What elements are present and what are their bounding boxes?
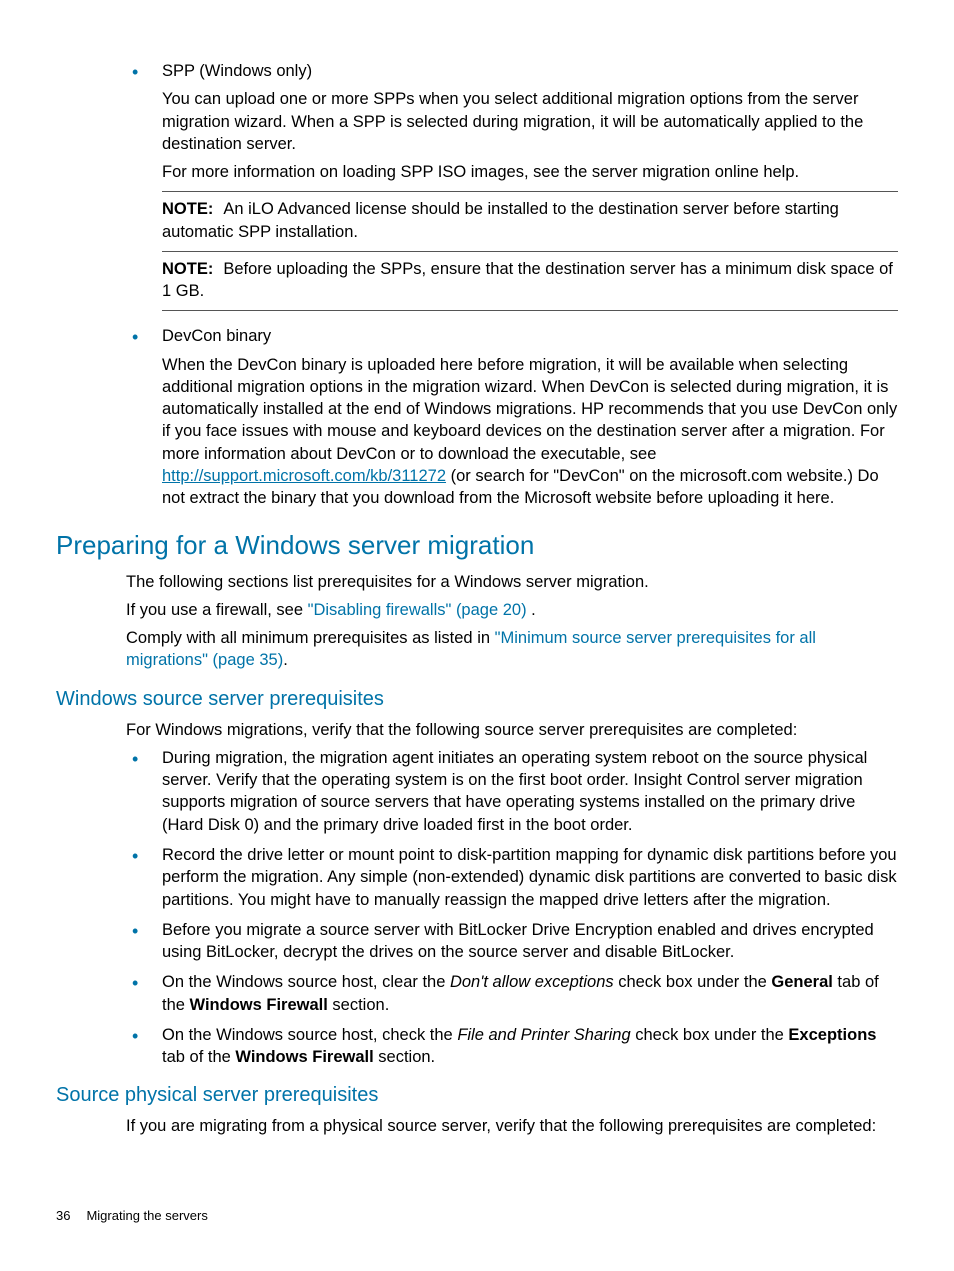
text-run: When the DevCon binary is uploaded here … xyxy=(162,356,897,463)
bold-text: General xyxy=(771,973,832,991)
list-item: Record the drive letter or mount point t… xyxy=(126,844,898,911)
text-run: Before you migrate a source server with … xyxy=(162,921,874,961)
windows-prereq-list: During migration, the migration agent in… xyxy=(126,747,898,1068)
italic-text: File and Printer Sharing xyxy=(457,1026,630,1044)
bold-text: Exceptions xyxy=(788,1026,876,1044)
text-run: section. xyxy=(328,996,389,1014)
item-title: SPP (Windows only) xyxy=(162,60,898,82)
paragraph: Comply with all minimum prerequisites as… xyxy=(126,627,898,672)
top-bullet-list: SPP (Windows only) You can upload one or… xyxy=(126,60,898,510)
paragraph: For Windows migrations, verify that the … xyxy=(126,719,898,741)
list-item: DevCon binary When the DevCon binary is … xyxy=(126,325,898,509)
note-label: NOTE: xyxy=(162,200,213,218)
note-block: NOTE:Before uploading the SPPs, ensure t… xyxy=(162,251,898,312)
paragraph: If you are migrating from a physical sou… xyxy=(126,1115,898,1137)
cross-reference-link[interactable]: "Disabling firewalls" (page 20) xyxy=(308,601,527,619)
subsection-heading: Source physical server prerequisites xyxy=(56,1082,898,1109)
text-run: During migration, the migration agent in… xyxy=(162,749,867,834)
bold-text: Windows Firewall xyxy=(235,1048,373,1066)
text-run: If you use a firewall, see xyxy=(126,601,308,619)
text-run: . xyxy=(527,601,536,619)
page-footer: 36 Migrating the servers xyxy=(56,1207,208,1225)
page-content: SPP (Windows only) You can upload one or… xyxy=(126,60,898,1138)
note-block: NOTE:An iLO Advanced license should be i… xyxy=(162,191,898,243)
list-item: On the Windows source host, check the Fi… xyxy=(126,1024,898,1069)
note-label: NOTE: xyxy=(162,260,213,278)
text-run: On the Windows source host, check the xyxy=(162,1026,457,1044)
page-number: 36 xyxy=(56,1208,70,1223)
item-paragraph: When the DevCon binary is uploaded here … xyxy=(162,354,898,510)
item-paragraph: You can upload one or more SPPs when you… xyxy=(162,88,898,155)
item-paragraph: For more information on loading SPP ISO … xyxy=(162,161,898,183)
paragraph: The following sections list prerequisite… xyxy=(126,571,898,593)
text-run: On the Windows source host, clear the xyxy=(162,973,450,991)
bold-text: Windows Firewall xyxy=(190,996,328,1014)
text-run: section. xyxy=(374,1048,435,1066)
list-item: During migration, the migration agent in… xyxy=(126,747,898,836)
text-run: tab of the xyxy=(162,1048,235,1066)
note-text: An iLO Advanced license should be instal… xyxy=(162,200,839,240)
subsection-heading: Windows source server prerequisites xyxy=(56,686,898,713)
note-text: Before uploading the SPPs, ensure that t… xyxy=(162,260,893,300)
footer-title: Migrating the servers xyxy=(86,1208,207,1223)
external-link[interactable]: http://support.microsoft.com/kb/311272 xyxy=(162,467,446,485)
list-item: Before you migrate a source server with … xyxy=(126,919,898,964)
text-run: . xyxy=(283,651,288,669)
text-run: Comply with all minimum prerequisites as… xyxy=(126,629,495,647)
item-title: DevCon binary xyxy=(162,325,898,347)
list-item: SPP (Windows only) You can upload one or… xyxy=(126,60,898,311)
text-run: Record the drive letter or mount point t… xyxy=(162,846,897,909)
text-run: check box under the xyxy=(631,1026,789,1044)
list-item: On the Windows source host, clear the Do… xyxy=(126,971,898,1016)
italic-text: Don't allow exceptions xyxy=(450,973,614,991)
text-run: check box under the xyxy=(614,973,772,991)
section-heading: Preparing for a Windows server migration xyxy=(56,528,898,563)
paragraph: If you use a firewall, see "Disabling fi… xyxy=(126,599,898,621)
